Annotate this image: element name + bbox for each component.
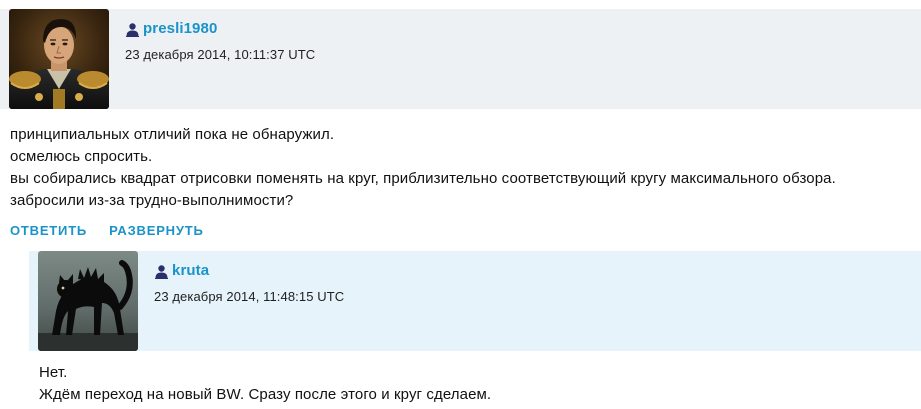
comment-header: presli1980 23 декабря 2014, 10:11:37 UTC [0, 9, 921, 109]
username-link[interactable]: presli1980 [143, 20, 217, 37]
comment-text-line: осмелюсь спросить. [10, 148, 153, 165]
comment-text-line: принципиальных отличий пока не обнаружил… [10, 126, 335, 143]
timestamp: 23 декабря 2014, 10:11:37 UTC [125, 47, 316, 62]
reply-button[interactable]: ОТВЕТИТЬ [10, 223, 87, 238]
comment-text-line: забросили из-за трудно-выполнимости? [10, 192, 294, 209]
user-row: presli1980 [125, 19, 315, 37]
expand-button[interactable]: РАЗВЕРНУТЬ [109, 223, 204, 238]
comment-body: принципиальных отличий пока не обнаружил… [0, 109, 921, 212]
comment-text-line: вы собирались квадрат отрисовки поменять… [10, 170, 836, 187]
reply-comment: kruta 23 декабря 2014, 11:48:15 UTC Нет.… [29, 251, 921, 406]
user-icon [154, 264, 169, 279]
avatar-portrait-image [9, 9, 109, 109]
reply-text-line: Нет. [39, 364, 68, 381]
reply-body: Нет. Ждём переход на новый BW. Сразу пос… [29, 351, 921, 406]
reply-meta: kruta 23 декабря 2014, 11:48:15 UTC [138, 251, 344, 351]
timestamp: 23 декабря 2014, 11:48:15 UTC [154, 289, 345, 304]
avatar[interactable] [9, 9, 109, 109]
username-link[interactable]: kruta [172, 262, 209, 279]
comment-actions: ОТВЕТИТЬ РАЗВЕРНУТЬ [0, 212, 921, 238]
avatar-cat-image [38, 251, 138, 351]
avatar[interactable] [38, 251, 138, 351]
user-icon [125, 22, 140, 37]
user-row: kruta [154, 261, 344, 279]
comment: presli1980 23 декабря 2014, 10:11:37 UTC… [0, 9, 921, 238]
comment-meta: presli1980 23 декабря 2014, 10:11:37 UTC [109, 9, 315, 109]
reply-text-line: Ждём переход на новый BW. Сразу после эт… [39, 386, 492, 403]
reply-header: kruta 23 декабря 2014, 11:48:15 UTC [29, 251, 921, 351]
